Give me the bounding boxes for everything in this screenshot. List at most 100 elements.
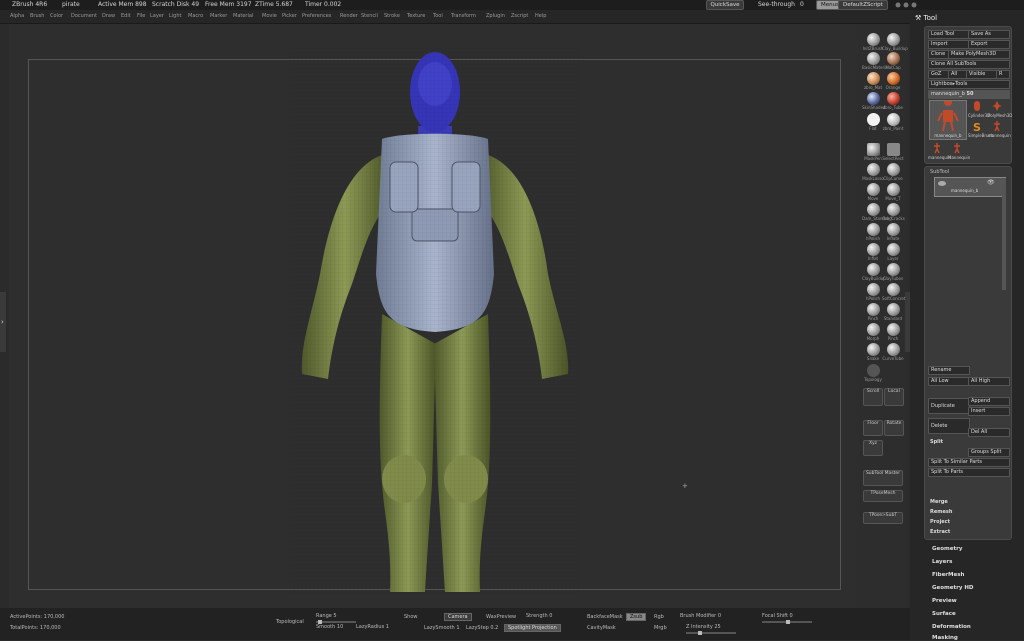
merge-section[interactable]: Merge xyxy=(930,499,948,505)
subtool-scrollbar[interactable] xyxy=(1002,178,1006,290)
brush-item[interactable]: ClayBuildup xyxy=(862,263,886,281)
save-as-button[interactable]: Save As xyxy=(968,30,1010,39)
menu-movie[interactable]: Movie xyxy=(262,13,277,19)
range-slider-track[interactable] xyxy=(316,620,356,624)
quicksave-button[interactable]: QuickSave xyxy=(706,0,744,10)
menu-zscript[interactable]: Zscript xyxy=(511,13,528,19)
material-item[interactable]: zbro_Mat xyxy=(862,72,884,90)
brush-item[interactable]: Dam_Standard xyxy=(862,203,892,221)
menu-macro[interactable]: Macro xyxy=(188,13,203,19)
brush-item[interactable]: Standard xyxy=(882,303,904,321)
menu-alpha[interactable]: Alpha xyxy=(10,13,24,19)
brush-item[interactable]: hPolish xyxy=(862,283,884,301)
brush-item[interactable]: Pinch xyxy=(862,303,884,321)
current-tool-slider[interactable]: mannequin_b 50 xyxy=(928,90,1010,99)
mannequin-model[interactable] xyxy=(290,44,580,594)
see-through-value[interactable]: 0 xyxy=(800,0,804,10)
brush-item[interactable]: hPolish xyxy=(862,223,884,241)
brush-item[interactable]: CurveTube xyxy=(882,343,904,361)
goz-button[interactable]: GoZ xyxy=(928,70,950,79)
brush-item[interactable]: Inflat xyxy=(862,243,884,261)
menu-file[interactable]: File xyxy=(137,13,145,19)
menu-material[interactable]: Material xyxy=(233,13,253,19)
brush-item[interactable]: InitZBrush xyxy=(862,33,884,51)
layers-section[interactable]: Layers xyxy=(932,559,952,565)
focal-shift-track[interactable] xyxy=(762,620,812,624)
eye-icon[interactable]: 👁 xyxy=(987,179,995,186)
lazy-step-slider[interactable]: LazyStep 0.2 xyxy=(466,625,498,631)
rgb-button[interactable]: Rgb xyxy=(654,614,664,620)
brush-item[interactable]: Layer xyxy=(882,243,904,261)
extract-section[interactable]: Extract xyxy=(930,529,950,535)
insert-button[interactable]: Insert xyxy=(968,407,1010,416)
menu-zplugin[interactable]: Zplugin xyxy=(486,13,505,19)
deformation-section[interactable]: Deformation xyxy=(932,624,971,630)
lazy-radius-slider[interactable]: LazyRadius 1 xyxy=(356,624,389,630)
menu-draw[interactable]: Draw xyxy=(102,13,115,19)
subtool-item[interactable]: mannequin_b 👁 xyxy=(934,177,1006,197)
strength-slider[interactable]: Strength 0 xyxy=(526,613,552,619)
menu-texture[interactable]: Texture xyxy=(407,13,425,19)
simplebrush-thumb[interactable]: S SimpleBrush xyxy=(968,120,993,138)
remesh-section[interactable]: Remesh xyxy=(930,509,952,515)
z-intensity-slider[interactable]: Z Intensity 25 xyxy=(686,624,721,630)
menu-brush[interactable]: Brush xyxy=(30,13,44,19)
menu-tool[interactable]: Tool xyxy=(433,13,443,19)
brush-item[interactable]: Clay_Buildup xyxy=(882,33,908,51)
geometry-section[interactable]: Geometry xyxy=(932,546,962,552)
range-slider[interactable]: Range 5 xyxy=(316,613,337,619)
brush-item[interactable]: SoftConcrete xyxy=(882,283,908,301)
all-button[interactable]: All xyxy=(948,70,968,79)
material-item[interactable]: MatCap xyxy=(882,52,904,70)
material-item[interactable]: SkinShade4 xyxy=(862,92,886,110)
brush-item[interactable]: Snake xyxy=(862,343,884,361)
make-polymesh-button[interactable]: Make PolyMesh3D xyxy=(948,50,1010,59)
topological-button[interactable]: Topological xyxy=(276,619,304,625)
local-button[interactable]: Local xyxy=(884,388,904,406)
brush-modifier-slider[interactable]: Brush Modifier 0 xyxy=(680,613,721,619)
xyz-button[interactable]: Xyz xyxy=(863,440,883,456)
menu-stencil[interactable]: Stencil xyxy=(361,13,378,19)
mannequin-thumb-2[interactable]: mannequin xyxy=(928,142,951,160)
split-header[interactable]: Split xyxy=(930,439,943,445)
import-button[interactable]: Import xyxy=(928,40,970,49)
menu-render[interactable]: Render xyxy=(340,13,358,19)
menu-help[interactable]: Help xyxy=(535,13,546,19)
groups-split-button[interactable]: Groups Split xyxy=(968,448,1010,457)
tpose-mesh-button[interactable]: TPoseMesh xyxy=(863,490,903,502)
geometry-hd-section[interactable]: Geometry HD xyxy=(932,585,974,591)
surface-section[interactable]: Surface xyxy=(932,611,956,617)
mannequin-thumb-3[interactable]: Mannequin xyxy=(948,142,970,160)
brush-item[interactable]: Topology xyxy=(862,364,884,382)
lightbox-tools-button[interactable]: Lightbox▸Tools xyxy=(928,80,1010,89)
material-item[interactable]: zbro_Paint xyxy=(882,113,904,131)
subtool-header[interactable]: SubTool xyxy=(930,169,949,175)
lazy-smooth-slider[interactable]: LazySmooth 1 xyxy=(424,625,460,631)
floor-button[interactable]: Floor xyxy=(863,420,883,436)
brush-item[interactable]: SelectRect xyxy=(882,143,904,161)
backface-mask-button[interactable]: BackfaceMask xyxy=(587,614,623,620)
export-button[interactable]: Export xyxy=(968,40,1010,49)
preview-section[interactable]: Preview xyxy=(932,598,957,604)
subtool-master-button[interactable]: SubTool Master xyxy=(863,470,903,486)
brush-item[interactable]: Inflate xyxy=(882,223,904,241)
del-all-button[interactable]: Del All xyxy=(968,428,1010,437)
brush-item[interactable]: MaskPen xyxy=(862,143,884,161)
tool-header[interactable]: ⚒ Tool xyxy=(915,14,937,22)
smooth-slider[interactable]: Smooth 10 xyxy=(316,624,343,630)
spotlight-projection-button[interactable]: Spotlight Projection xyxy=(504,624,561,632)
material-item[interactable]: Orange xyxy=(882,72,904,90)
duplicate-button[interactable]: Duplicate xyxy=(928,398,970,414)
menu-stroke[interactable]: Stroke xyxy=(384,13,400,19)
split-parts-button[interactable]: Split To Parts xyxy=(928,468,1010,477)
menu-edit[interactable]: Edit xyxy=(121,13,131,19)
current-tool-thumbnail[interactable]: mannequin_b xyxy=(929,98,967,140)
menu-picker[interactable]: Picker xyxy=(282,13,297,19)
delete-button[interactable]: Delete xyxy=(928,418,970,434)
focal-shift-slider[interactable]: Focal Shift 0 xyxy=(762,613,793,619)
brush-item[interactable]: Move xyxy=(862,183,884,201)
all-high-button[interactable]: All High xyxy=(968,377,1010,386)
brush-item[interactable]: MaskLasso xyxy=(862,163,884,181)
all-low-button[interactable]: All Low xyxy=(928,377,970,386)
mrgb-button[interactable]: Mrgb xyxy=(654,625,667,631)
